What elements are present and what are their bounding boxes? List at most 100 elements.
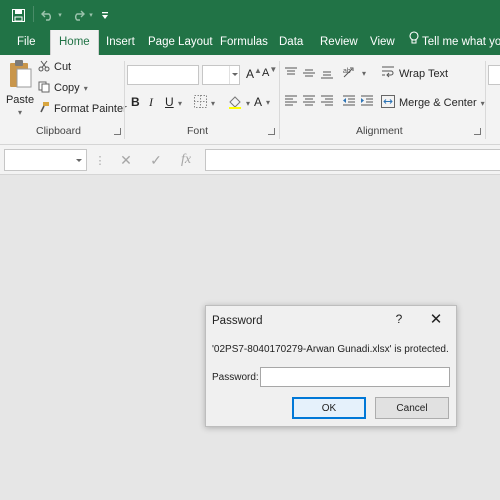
format-painter-label: Format Painter bbox=[54, 103, 127, 115]
cancel-button[interactable]: Cancel bbox=[375, 397, 449, 419]
tab-view[interactable]: View bbox=[370, 30, 395, 55]
fill-color-button[interactable]: ▾ bbox=[228, 95, 250, 112]
merge-center-icon bbox=[381, 95, 395, 111]
font-color-icon: A bbox=[254, 95, 263, 109]
wrap-text-icon bbox=[381, 65, 395, 82]
undo-dropdown-icon[interactable]: ▾ bbox=[57, 7, 63, 23]
ribbon: Paste ▾ Cut Copy ▾ Format Painter Clipbo… bbox=[0, 55, 500, 145]
insert-function-button[interactable]: fx bbox=[177, 151, 195, 169]
paste-button[interactable]: Paste ▾ bbox=[6, 59, 34, 121]
merge-center-button[interactable]: Merge & Center ▾ bbox=[381, 95, 485, 111]
font-group-label: Font bbox=[187, 125, 209, 137]
qat-separator bbox=[33, 6, 34, 22]
font-color-dropdown-icon: ▾ bbox=[266, 97, 271, 107]
align-right-button[interactable] bbox=[320, 95, 334, 110]
customize-qat-icon[interactable] bbox=[100, 7, 110, 23]
tell-me-search[interactable]: Tell me what you bbox=[409, 30, 500, 55]
fill-color-dropdown-icon: ▾ bbox=[246, 99, 251, 108]
paste-label: Paste bbox=[5, 94, 35, 106]
decrease-indent-button[interactable] bbox=[342, 95, 356, 110]
password-input[interactable] bbox=[260, 367, 450, 387]
paintbrush-icon bbox=[38, 101, 50, 117]
align-top-icon bbox=[284, 67, 298, 82]
font-name-box[interactable] bbox=[127, 65, 199, 85]
ok-button[interactable]: OK bbox=[292, 397, 366, 419]
merge-center-label: Merge & Center bbox=[399, 97, 477, 109]
copy-label: Copy bbox=[54, 82, 80, 94]
clipboard-dialog-launcher-icon[interactable] bbox=[114, 128, 121, 135]
border-icon bbox=[194, 95, 207, 111]
paste-dropdown-icon: ▾ bbox=[17, 108, 22, 117]
tab-data[interactable]: Data bbox=[279, 30, 303, 55]
shrink-font-button[interactable]: A ▼ bbox=[262, 65, 277, 80]
title-bar: ▾ ▾ bbox=[0, 0, 500, 30]
tab-file[interactable]: File bbox=[17, 30, 36, 55]
format-painter-button[interactable]: Format Painter bbox=[38, 101, 127, 117]
align-center-button[interactable] bbox=[302, 95, 316, 110]
copy-icon bbox=[38, 81, 50, 96]
wrap-text-button[interactable]: Wrap Text bbox=[381, 65, 448, 82]
align-center-icon bbox=[302, 95, 316, 110]
borders-button[interactable]: ▾ bbox=[194, 95, 215, 111]
dialog-message: '02PS7-8040170279-Arwan Gunadi.xlsx' is … bbox=[212, 344, 449, 355]
redo-dropdown-icon[interactable]: ▾ bbox=[88, 7, 94, 23]
underline-dropdown-icon[interactable]: ▾ bbox=[178, 99, 182, 108]
alignment-dialog-launcher-icon[interactable] bbox=[474, 128, 481, 135]
undo-icon[interactable] bbox=[39, 7, 55, 23]
align-right-icon bbox=[320, 95, 334, 110]
dialog-title: Password bbox=[212, 315, 263, 327]
ribbon-tabs: File Home Insert Page Layout Formulas Da… bbox=[0, 30, 500, 55]
cancel-entry-icon[interactable]: ✕ bbox=[117, 151, 135, 169]
group-separator bbox=[485, 61, 486, 139]
tab-page-layout[interactable]: Page Layout bbox=[148, 30, 213, 55]
grow-font-button[interactable]: A ▲ bbox=[246, 66, 262, 82]
help-button[interactable]: ? bbox=[392, 312, 406, 328]
number-format-box[interactable] bbox=[488, 65, 500, 85]
name-box[interactable] bbox=[4, 149, 87, 171]
tab-review[interactable]: Review bbox=[320, 30, 358, 55]
increase-indent-icon bbox=[360, 95, 374, 110]
clipboard-group-label: Clipboard bbox=[36, 125, 81, 137]
formula-input[interactable] bbox=[205, 149, 500, 171]
scissors-icon bbox=[38, 60, 50, 75]
password-label: Password: bbox=[212, 372, 259, 383]
redo-icon[interactable] bbox=[70, 7, 86, 23]
paste-icon bbox=[8, 59, 32, 92]
copy-button[interactable]: Copy ▾ bbox=[38, 80, 88, 96]
alignment-group-label: Alignment bbox=[356, 125, 403, 137]
bold-button[interactable]: B bbox=[131, 95, 140, 109]
font-dialog-launcher-icon[interactable] bbox=[268, 128, 275, 135]
enter-icon[interactable]: ✓ bbox=[147, 151, 165, 169]
font-color-button[interactable]: A ▾ bbox=[254, 95, 270, 109]
align-top-button[interactable] bbox=[284, 67, 298, 82]
align-middle-button[interactable] bbox=[302, 67, 316, 82]
decrease-indent-icon bbox=[342, 95, 356, 110]
align-left-button[interactable] bbox=[284, 95, 298, 110]
copy-dropdown-icon: ▾ bbox=[83, 83, 88, 93]
orientation-icon: ab bbox=[342, 65, 358, 82]
formula-bar-grip-icon[interactable]: ⋮ bbox=[95, 151, 106, 169]
tab-insert[interactable]: Insert bbox=[106, 30, 135, 55]
wrap-text-label: Wrap Text bbox=[399, 67, 449, 80]
shrink-font-icon: A bbox=[262, 67, 270, 79]
orientation-dropdown-icon: ▾ bbox=[362, 69, 367, 78]
align-bottom-icon bbox=[320, 67, 334, 82]
font-size-box[interactable] bbox=[202, 65, 240, 85]
cut-button[interactable]: Cut bbox=[38, 59, 71, 75]
increase-indent-button[interactable] bbox=[360, 95, 374, 110]
align-middle-icon bbox=[302, 67, 316, 82]
group-separator bbox=[279, 61, 280, 139]
italic-button[interactable]: I bbox=[149, 95, 153, 110]
tab-home[interactable]: Home bbox=[50, 30, 99, 55]
tab-formulas[interactable]: Formulas bbox=[220, 30, 268, 55]
orientation-button[interactable]: ab ▾ bbox=[342, 65, 366, 82]
save-icon[interactable] bbox=[10, 7, 26, 23]
name-box-dropdown-icon[interactable] bbox=[76, 159, 82, 162]
close-icon[interactable]: ✕ bbox=[428, 312, 444, 328]
grow-font-icon: A bbox=[246, 67, 255, 81]
svg-text:ab: ab bbox=[343, 68, 351, 75]
font-size-dropdown-icon[interactable] bbox=[229, 66, 239, 84]
underline-button[interactable]: U bbox=[165, 95, 174, 109]
fill-color-icon bbox=[228, 95, 242, 112]
align-bottom-button[interactable] bbox=[320, 67, 334, 82]
